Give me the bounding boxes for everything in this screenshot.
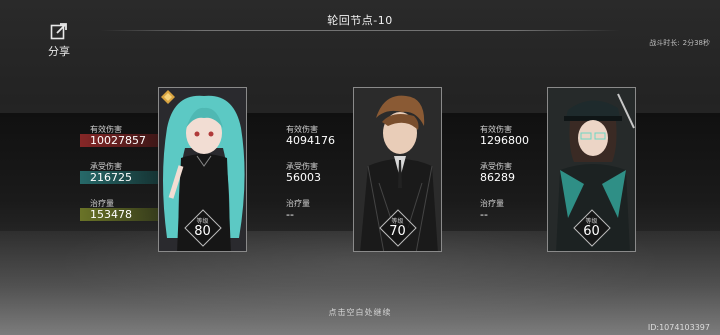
tap-to-continue[interactable]: 点击空白处继续	[0, 307, 720, 318]
battle-duration: 战斗时长: 2分38秒	[646, 38, 710, 48]
rank-icon	[161, 90, 175, 104]
level-badge: 等级 70	[378, 209, 417, 247]
level-value: 60	[583, 224, 600, 239]
level-value: 70	[389, 224, 406, 239]
damage-value: 10027857	[90, 134, 146, 147]
character-card-2[interactable]: 等级 70	[353, 87, 442, 252]
damage-value: 4094176	[286, 134, 335, 147]
level-badge: 等级 80	[183, 209, 222, 247]
duration-label: 战斗时长:	[649, 39, 680, 47]
damage-value: 1296800	[480, 134, 529, 147]
share-label: 分享	[48, 45, 70, 58]
taken-value: 56003	[286, 171, 321, 184]
level-badge: 等级 60	[572, 209, 611, 247]
level-value: 80	[194, 224, 211, 239]
taken-value: 86289	[480, 171, 515, 184]
heal-value: 153478	[90, 208, 132, 221]
heal-value: --	[480, 208, 488, 221]
heal-value: --	[286, 208, 294, 221]
character-card-3[interactable]: 等级 60	[547, 87, 636, 252]
character-card-1[interactable]: 等级 80	[158, 87, 247, 252]
duration-value: 2分38秒	[682, 39, 710, 47]
user-id: ID:1074103397	[647, 323, 710, 332]
page-title: 轮回节点-10	[327, 14, 393, 27]
title-divider	[100, 30, 620, 31]
taken-value: 216725	[90, 171, 132, 184]
